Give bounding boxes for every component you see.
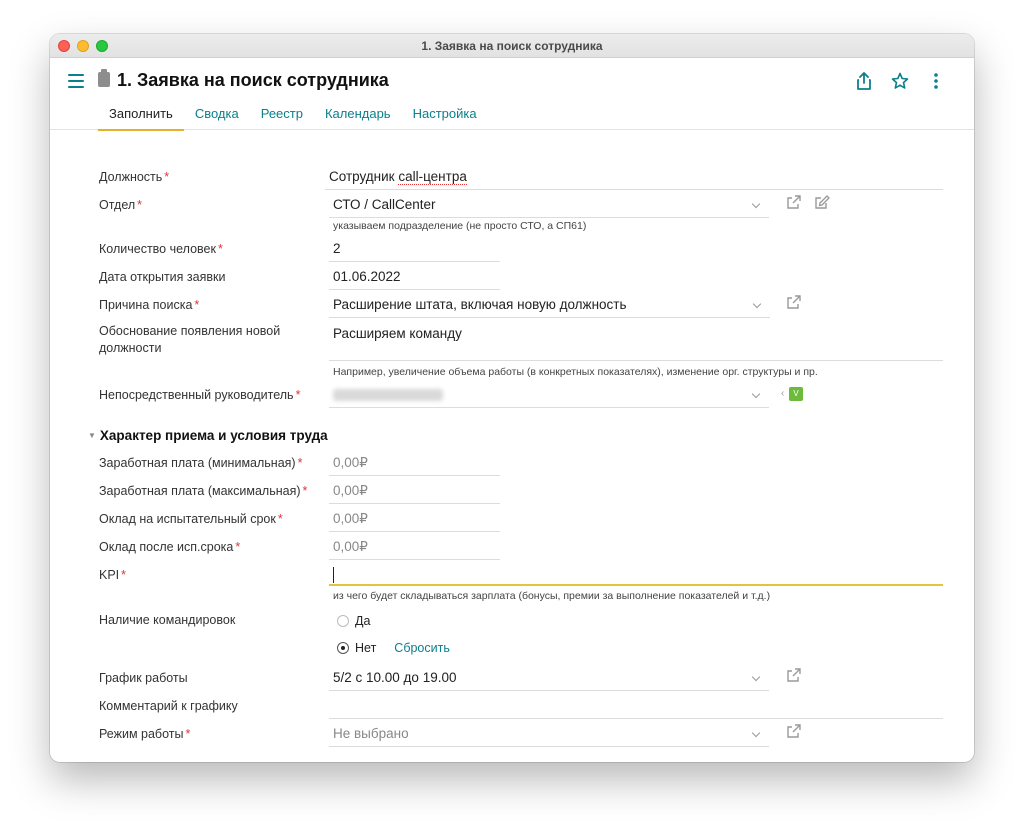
collapse-triangle-icon: ▼ <box>88 431 96 440</box>
page-title: 1. Заявка на поиск сотрудника <box>117 70 389 90</box>
kpi-field[interactable] <box>329 564 943 586</box>
share-icon[interactable] <box>854 70 874 92</box>
text-caret <box>333 567 334 584</box>
salary-max-field[interactable]: 0,00₽ <box>329 480 500 504</box>
schedule-comment-field[interactable] <box>329 695 943 719</box>
star-icon[interactable] <box>890 70 910 92</box>
department-hint: указываем подразделение (не просто СТО, … <box>333 220 587 232</box>
open-link-icon[interactable] <box>786 667 802 683</box>
manager-select[interactable] <box>329 384 769 408</box>
title-bar: 1. Заявка на поиск сотрудника <box>50 34 974 58</box>
headcount-field[interactable]: 2 <box>329 238 500 262</box>
open-date-label: Дата открытия заявки <box>99 270 226 284</box>
schedule-select[interactable]: 5/2 с 10.00 до 19.00 <box>329 667 769 691</box>
tab-summary[interactable]: Сводка <box>184 102 250 131</box>
probation-salary-label: Оклад на испытательный срок * <box>99 512 283 526</box>
kpi-hint: из чего будет складываться зарплата (бон… <box>333 590 771 602</box>
work-mode-select[interactable]: Не выбрано <box>329 723 769 747</box>
work-mode-label: Режим работы * <box>99 727 191 741</box>
salary-min-field[interactable]: 0,00₽ <box>329 452 500 476</box>
open-link-icon[interactable] <box>786 294 802 310</box>
tab-registry[interactable]: Реестр <box>250 102 314 131</box>
header-actions <box>854 70 946 92</box>
salary-min-label: Заработная плата (минимальная) * <box>99 456 303 470</box>
radio-no-circle[interactable] <box>337 642 349 654</box>
open-date-field[interactable]: 01.06.2022 <box>329 266 500 290</box>
headcount-label: Количество человек * <box>99 242 223 256</box>
tab-calendar[interactable]: Календарь <box>314 102 402 131</box>
redacted-value <box>333 389 443 402</box>
page-header: 1. Заявка на поиск сотрудника Заполнить … <box>50 58 974 131</box>
kpi-label: KPI * <box>99 568 127 582</box>
department-select[interactable]: СТО / CallCenter <box>329 194 769 218</box>
section-employment-conditions[interactable]: ▼ Характер приема и условия труда <box>88 428 328 443</box>
probation-salary-field[interactable]: 0,00₽ <box>329 508 500 532</box>
justification-label: Обоснование появления новой должности <box>99 324 281 355</box>
verified-badge: V <box>789 387 803 401</box>
reset-link[interactable]: Сбросить <box>394 641 450 655</box>
justification-field[interactable]: Расширяем команду <box>329 323 943 361</box>
after-probation-salary-field[interactable]: 0,00₽ <box>329 536 500 560</box>
manager-label: Непосредственный руководитель * <box>99 388 301 402</box>
chevron-left-icon[interactable]: ‹ <box>781 388 784 399</box>
position-label: Должность * <box>99 170 170 184</box>
menu-icon[interactable] <box>68 74 84 88</box>
search-reason-label: Причина поиска * <box>99 298 200 312</box>
radio-yes[interactable]: Да <box>337 614 370 628</box>
radio-no[interactable]: Нет Сбросить <box>337 641 450 655</box>
open-link-icon[interactable] <box>786 194 802 210</box>
search-reason-select[interactable]: Расширение штата, включая новую должност… <box>329 294 770 318</box>
tab-fill[interactable]: Заполнить <box>98 102 184 131</box>
position-field[interactable]: Сотрудник call-центра <box>325 166 943 190</box>
edit-icon[interactable] <box>814 194 830 210</box>
justification-hint: Например, увеличение объема работы (в ко… <box>333 366 818 378</box>
clipboard-icon <box>98 69 110 87</box>
radio-yes-circle[interactable] <box>337 615 349 627</box>
schedule-label: График работы <box>99 671 188 685</box>
salary-max-label: Заработная плата (максимальная) * <box>99 484 308 498</box>
tab-settings[interactable]: Настройка <box>402 102 488 131</box>
open-link-icon[interactable] <box>786 723 802 739</box>
schedule-comment-label: Комментарий к графику <box>99 699 238 713</box>
more-vertical-icon[interactable] <box>926 70 946 92</box>
department-label: Отдел * <box>99 198 143 212</box>
window-title: 1. Заявка на поиск сотрудника <box>421 39 603 53</box>
tab-bar: Заполнить Сводка Реестр Календарь Настро… <box>98 102 488 131</box>
after-probation-salary-label: Оклад после исп.срока * <box>99 540 241 554</box>
business-trips-label: Наличие командировок <box>99 613 236 627</box>
app-window: 1. Заявка на поиск сотрудника 1. Заявка … <box>50 34 974 762</box>
